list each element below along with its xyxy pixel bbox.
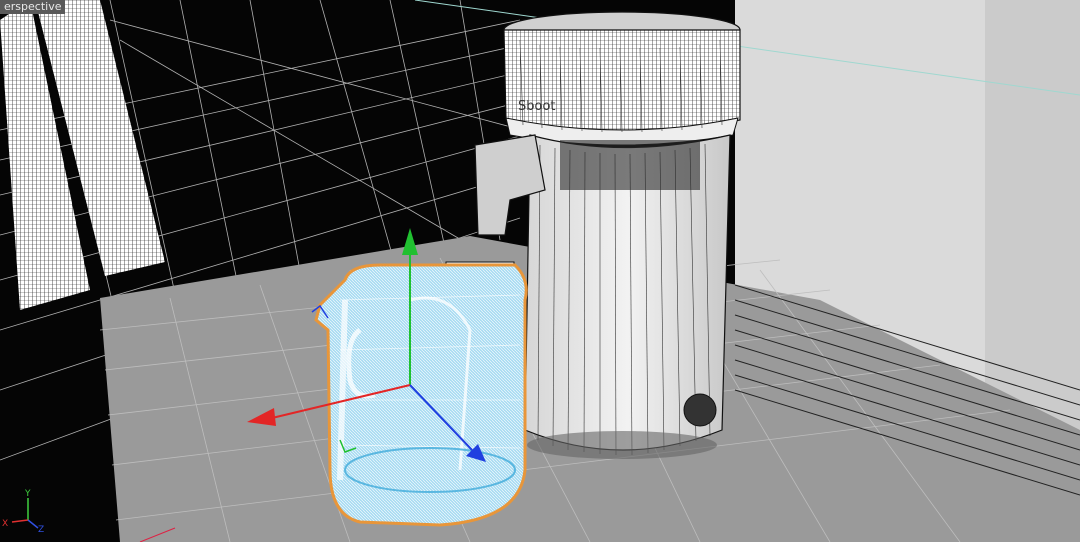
scene-canvas[interactable]: Sboot <box>0 0 1080 542</box>
pitcher-selected <box>314 263 528 527</box>
viewport-label[interactable]: erspective <box>0 0 66 14</box>
axis-z-label: Z <box>38 525 45 535</box>
axis-y-label: Y <box>25 489 31 499</box>
3d-viewport-perspective[interactable]: Sboot erspective Y X Z <box>0 0 1080 542</box>
axis-x-label: X <box>2 519 9 529</box>
brand-logo-text: Sboot <box>518 99 556 114</box>
axis-orientation-indicator: Y X Z <box>2 490 48 536</box>
gizmo-y-arrow-icon <box>402 228 418 255</box>
